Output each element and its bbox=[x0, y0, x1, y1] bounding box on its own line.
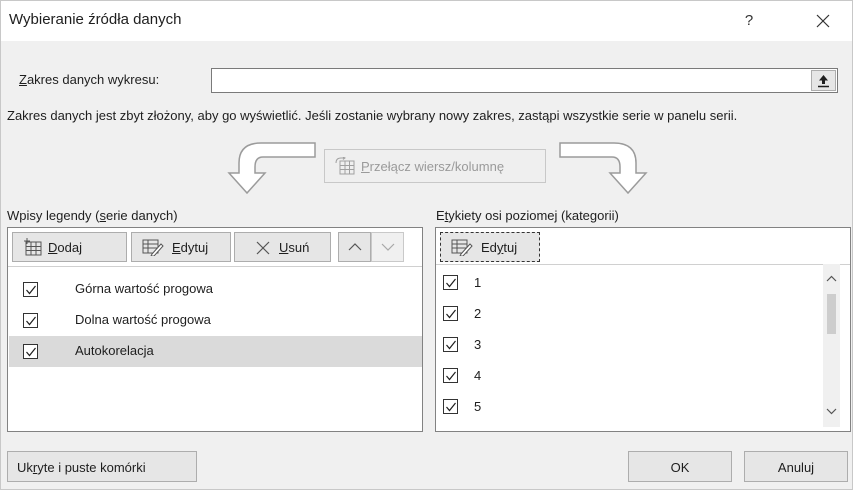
help-button[interactable]: ? bbox=[736, 8, 762, 34]
remove-series-label: Usuń bbox=[279, 240, 310, 255]
collapse-range-button[interactable] bbox=[811, 70, 836, 91]
edit-series-label: Edytuj bbox=[172, 240, 209, 255]
switch-row-column-button[interactable]: Przełącz wiersz/kolumnę bbox=[324, 149, 546, 183]
legend-item-label: Górna wartość progowa bbox=[75, 281, 214, 296]
scroll-down-icon[interactable] bbox=[825, 406, 838, 416]
legend-entries-panel: Dodaj Edytuj Usuń Górna wartość progowa … bbox=[7, 227, 423, 432]
title-bar: Wybieranie źródła danych ? bbox=[1, 1, 852, 41]
checkbox-icon[interactable] bbox=[23, 282, 38, 297]
edit-icon bbox=[142, 239, 164, 256]
scrollbar-thumb[interactable] bbox=[827, 294, 836, 334]
curved-arrow-left-icon bbox=[227, 142, 316, 195]
switch-row-column-icon bbox=[335, 157, 355, 175]
cancel-button[interactable]: Anuluj bbox=[744, 451, 848, 482]
scroll-up-icon[interactable] bbox=[825, 274, 838, 284]
cancel-label: Anuluj bbox=[777, 460, 815, 475]
chart-data-range-label: Zakres danych wykresu: bbox=[19, 72, 160, 87]
select-data-source-dialog: Wybieranie źródła danych ? Zakres danych… bbox=[0, 0, 853, 490]
list-item[interactable]: 1 bbox=[436, 270, 822, 301]
axis-labels-header: Etykiety osi poziomej (kategorii) bbox=[436, 208, 619, 223]
curved-arrow-right-icon bbox=[559, 142, 648, 195]
edit-axis-labels-button[interactable]: Edytuj bbox=[440, 232, 540, 262]
legend-toolbar-divider bbox=[8, 266, 422, 267]
checkbox-icon[interactable] bbox=[23, 344, 38, 359]
edit-series-button[interactable]: Edytuj bbox=[131, 232, 231, 262]
legend-item-label: Autokorelacja bbox=[75, 343, 154, 358]
edit-axis-labels-label: Edytuj bbox=[481, 240, 518, 255]
hidden-empty-cells-label: Ukryte i puste komórki bbox=[17, 460, 146, 475]
close-button[interactable] bbox=[801, 7, 845, 35]
axis-item-label: 1 bbox=[474, 275, 482, 290]
move-down-icon bbox=[381, 243, 395, 251]
hidden-empty-cells-button[interactable]: Ukryte i puste komórki bbox=[7, 451, 197, 482]
add-series-button[interactable]: Dodaj bbox=[12, 232, 127, 262]
move-up-icon bbox=[348, 243, 362, 251]
axis-item-label: 3 bbox=[474, 337, 482, 352]
list-item[interactable]: 3 bbox=[436, 332, 822, 363]
axis-labels-list: 1 2 3 4 5 bbox=[436, 265, 822, 430]
list-item[interactable]: Autokorelacja bbox=[9, 336, 422, 367]
move-up-button[interactable] bbox=[338, 232, 371, 262]
range-too-complex-message: Zakres danych jest zbyt złożony, aby go … bbox=[7, 108, 738, 123]
list-item[interactable]: Dolna wartość progowa bbox=[9, 305, 422, 336]
chart-data-range-input[interactable] bbox=[211, 68, 838, 93]
axis-item-label: 4 bbox=[474, 368, 482, 383]
checkbox-icon[interactable] bbox=[23, 313, 38, 328]
edit-icon bbox=[451, 239, 473, 256]
checkbox-icon[interactable] bbox=[443, 275, 458, 290]
remove-series-button[interactable]: Usuń bbox=[234, 232, 331, 262]
help-icon: ? bbox=[744, 12, 754, 29]
ok-button[interactable]: OK bbox=[628, 451, 732, 482]
add-series-label: Dodaj bbox=[48, 240, 82, 255]
switch-row-column-label: Przełącz wiersz/kolumnę bbox=[361, 159, 505, 174]
checkbox-icon[interactable] bbox=[443, 306, 458, 321]
add-icon bbox=[24, 238, 42, 256]
dialog-title: Wybieranie źródła danych bbox=[9, 11, 182, 28]
list-item[interactable]: 5 bbox=[436, 394, 822, 425]
legend-entries-header: Wpisy legendy (serie danych) bbox=[7, 208, 178, 223]
checkbox-icon[interactable] bbox=[443, 368, 458, 383]
legend-item-label: Dolna wartość progowa bbox=[75, 312, 211, 327]
list-item[interactable]: 4 bbox=[436, 363, 822, 394]
axis-list-scrollbar[interactable] bbox=[823, 264, 840, 427]
list-item[interactable]: 2 bbox=[436, 301, 822, 332]
remove-icon bbox=[256, 241, 270, 255]
list-item[interactable]: Górna wartość progowa bbox=[9, 274, 422, 305]
collapse-range-icon bbox=[818, 75, 829, 88]
close-icon bbox=[816, 14, 830, 28]
axis-item-label: 5 bbox=[474, 399, 482, 414]
ok-label: OK bbox=[670, 460, 690, 475]
checkbox-icon[interactable] bbox=[443, 337, 458, 352]
checkbox-icon[interactable] bbox=[443, 399, 458, 414]
move-down-button[interactable] bbox=[371, 232, 404, 262]
axis-item-label: 2 bbox=[474, 306, 482, 321]
